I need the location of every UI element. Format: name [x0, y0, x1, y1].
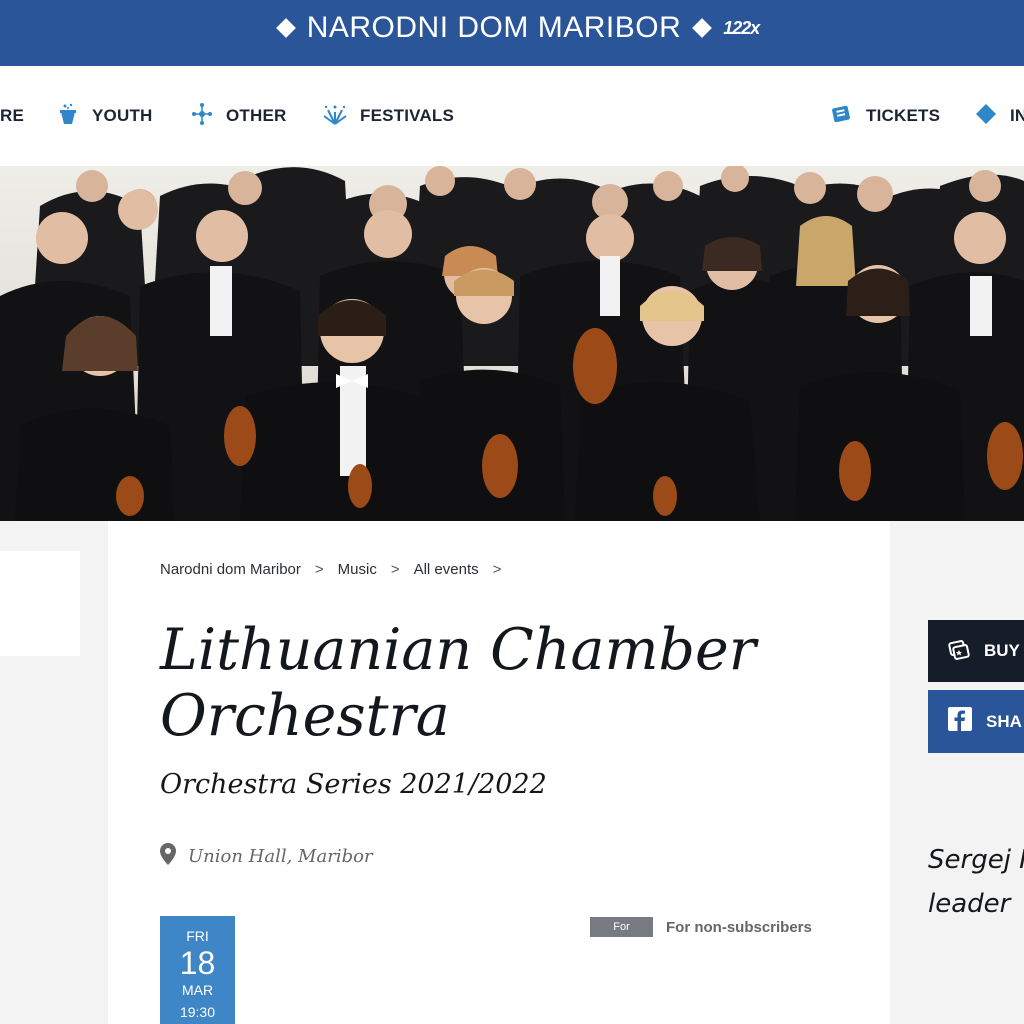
- main-nav: RE YOUTH OTHER FESTIVALS TICKETS IN: [0, 66, 1024, 166]
- brand-banner[interactable]: NARODNI DOM MARIBOR 122x: [0, 0, 1024, 56]
- conductor-info: Sergej K leader: [928, 838, 1024, 926]
- magic-hat-icon: [56, 102, 80, 131]
- event-date-badge: FRI 18 MAR 19:30: [160, 916, 235, 1024]
- hero-photo: [0, 166, 1024, 521]
- orchestra-photo: [0, 166, 1024, 521]
- anniversary-logo: 122x: [723, 17, 760, 38]
- breadcrumb-separator: >: [492, 561, 502, 578]
- tickets-icon: [948, 638, 970, 665]
- map-pin-icon: [160, 843, 176, 870]
- sidebar-panel: [0, 551, 80, 656]
- network-icon: [190, 102, 214, 131]
- diamond-icon: [974, 102, 998, 131]
- nav-item-label: YOUTH: [92, 106, 153, 125]
- buy-tickets-button[interactable]: BUY: [928, 620, 1024, 682]
- facebook-icon: [948, 707, 972, 736]
- nav-item-label: OTHER: [226, 106, 287, 125]
- date-weekday: FRI: [186, 928, 209, 944]
- top-brand-bar: NARODNI DOM MARIBOR 122x: [0, 0, 1024, 66]
- nav-item-festivals[interactable]: FESTIVALS: [322, 66, 454, 166]
- audience-label: For non-subscribers: [666, 919, 812, 936]
- nav-item-label: FESTIVALS: [360, 106, 455, 125]
- breadcrumb: Narodni dom Maribor > Music > All events >: [160, 561, 515, 578]
- diamond-icon: [275, 18, 296, 38]
- right-sidebar: [890, 521, 1024, 1024]
- event-subtitle: Orchestra Series 2021/2022: [160, 769, 547, 800]
- conductor-name: Sergej K: [928, 845, 1024, 875]
- event-title: Lithuanian Chamber Orchestra: [160, 617, 756, 749]
- breadcrumb-item-home[interactable]: Narodni dom Maribor: [160, 561, 301, 578]
- breadcrumb-item-all-events[interactable]: All events: [414, 561, 479, 578]
- venue-label: Union Hall, Maribor: [188, 846, 373, 867]
- breadcrumb-separator: >: [390, 561, 400, 578]
- buy-button-label: BUY: [984, 641, 1020, 660]
- nav-item-theatre[interactable]: RE: [0, 66, 24, 166]
- fireworks-icon: [322, 102, 348, 131]
- event-content: Narodni dom Maribor > Music > All events > Li…: [108, 521, 890, 1024]
- nav-item-tickets[interactable]: TICKETS: [830, 66, 940, 166]
- nav-item-label: TICKETS: [866, 106, 941, 125]
- audience-badge: For: [590, 917, 653, 937]
- nav-item-youth[interactable]: YOUTH: [56, 66, 153, 166]
- nav-item-info[interactable]: IN: [974, 66, 1024, 166]
- date-time: 19:30: [179, 1004, 216, 1020]
- tickets-icon: [830, 102, 854, 131]
- nav-item-other[interactable]: OTHER: [190, 66, 287, 166]
- date-day: 18: [179, 945, 216, 981]
- share-facebook-button[interactable]: SHA: [928, 690, 1024, 753]
- date-month: MAR: [181, 982, 214, 998]
- nav-item-label: IN: [1010, 106, 1024, 125]
- conductor-role: leader: [928, 889, 1011, 919]
- nav-item-label: RE: [0, 106, 25, 125]
- breadcrumb-item-music[interactable]: Music: [338, 561, 377, 578]
- event-venue[interactable]: Union Hall, Maribor: [160, 843, 373, 870]
- left-sidebar: [0, 521, 108, 1024]
- diamond-icon: [692, 18, 713, 38]
- breadcrumb-separator: >: [314, 561, 324, 578]
- share-button-label: SHA: [986, 711, 1022, 731]
- site-title: NARODNI DOM MARIBOR: [306, 11, 682, 44]
